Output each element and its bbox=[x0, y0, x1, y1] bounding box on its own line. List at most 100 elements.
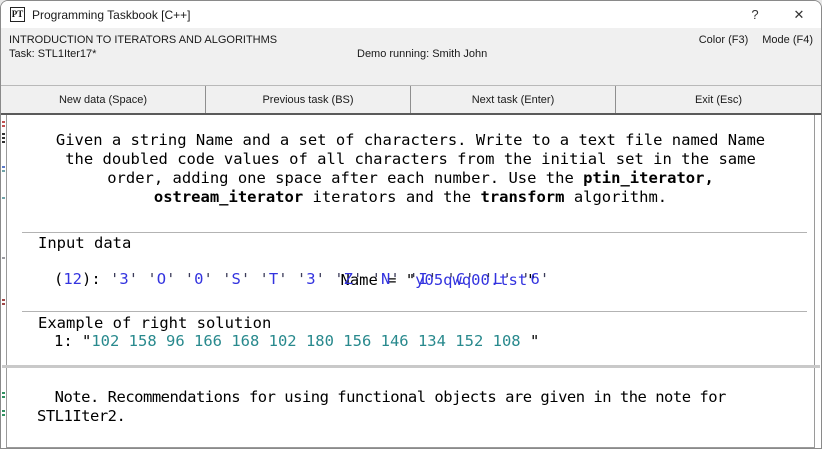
input-char: I bbox=[418, 270, 427, 288]
description-segment: ostream_iterator bbox=[154, 188, 303, 206]
description-line: the doubled code values of all character… bbox=[7, 150, 814, 169]
space bbox=[362, 270, 371, 288]
tick: ' bbox=[540, 270, 549, 288]
edge-marker bbox=[2, 133, 5, 135]
tick: ' bbox=[278, 270, 287, 288]
course-title: INTRODUCTION TO ITERATORS AND ALGORITHMS bbox=[9, 34, 277, 46]
previous-task-button[interactable]: Previous task (BS) bbox=[206, 86, 411, 113]
input-chars-line: (12): '3' 'O' '0' 'S' 'T' '3' 'Z' 'N' 'I… bbox=[54, 270, 549, 289]
task-header: INTRODUCTION TO ITERATORS AND ALGORITHMS… bbox=[1, 28, 821, 85]
edge-marker bbox=[2, 410, 5, 412]
description-segment: the doubled code values of all character… bbox=[65, 150, 756, 168]
tick: ' bbox=[203, 270, 212, 288]
tick: ' bbox=[390, 270, 399, 288]
app-icon: PT bbox=[10, 7, 25, 22]
tick: ' bbox=[409, 270, 418, 288]
window-title: Programming Taskbook [C++] bbox=[32, 8, 191, 22]
color-button[interactable]: Color (F3) bbox=[699, 34, 749, 46]
space bbox=[400, 270, 409, 288]
description-line: ostream_iterator iterators and the trans… bbox=[7, 188, 814, 207]
tick: ' bbox=[110, 270, 119, 288]
edge-marker bbox=[2, 166, 5, 168]
space bbox=[288, 270, 297, 288]
note-section-divider bbox=[2, 365, 820, 368]
paren: ): bbox=[82, 270, 110, 288]
edge-marker bbox=[2, 396, 5, 398]
tick: ' bbox=[185, 270, 194, 288]
input-char: O bbox=[157, 270, 166, 288]
description-segment: transform bbox=[480, 188, 564, 206]
solution-line: 1: "102 158 96 166 168 102 180 156 146 1… bbox=[54, 332, 539, 351]
input-char: 3 bbox=[306, 270, 315, 288]
help-icon[interactable]: ? bbox=[733, 1, 777, 28]
space bbox=[138, 270, 147, 288]
input-char: 6 bbox=[530, 270, 539, 288]
task-name: Task: STL1Iter17* bbox=[9, 48, 96, 60]
tick: ' bbox=[334, 270, 343, 288]
quote: " bbox=[82, 332, 91, 350]
edge-marker bbox=[2, 170, 5, 172]
edge-marker bbox=[2, 141, 5, 143]
input-char: S bbox=[231, 270, 240, 288]
edge-marker bbox=[2, 257, 5, 259]
tick: ' bbox=[484, 270, 493, 288]
edge-marker bbox=[2, 121, 5, 123]
close-icon[interactable]: ✕ bbox=[777, 1, 821, 28]
tick: ' bbox=[316, 270, 325, 288]
next-task-button[interactable]: Next task (Enter) bbox=[411, 86, 616, 113]
space bbox=[512, 270, 521, 288]
edge-marker bbox=[2, 125, 5, 127]
solution-section-divider bbox=[22, 311, 807, 312]
description-segment: order, adding one space after each numbe… bbox=[107, 169, 583, 187]
header-actions: Color (F3) Mode (F4) bbox=[699, 34, 813, 46]
edge-marker bbox=[2, 414, 5, 416]
description-segment: iterators and the bbox=[303, 188, 480, 206]
mode-button[interactable]: Mode (F4) bbox=[762, 34, 813, 46]
new-data-button[interactable]: New data (Space) bbox=[1, 86, 206, 113]
tick: ' bbox=[353, 270, 362, 288]
input-char: N bbox=[381, 270, 390, 288]
edge-marker bbox=[2, 197, 5, 199]
tick: ' bbox=[428, 270, 437, 288]
edge-marker bbox=[2, 299, 5, 301]
tick: ' bbox=[372, 270, 381, 288]
window-controls: ? ✕ bbox=[733, 1, 821, 28]
space bbox=[175, 270, 184, 288]
edge-marker bbox=[2, 303, 5, 305]
solution-values: 102 158 96 166 168 102 180 156 146 134 1… bbox=[91, 332, 530, 350]
title-bar: PT Programming Taskbook [C++] ? ✕ bbox=[1, 1, 821, 28]
task-description: Given a string Name and a set of charact… bbox=[7, 131, 814, 207]
note-text: Note. Recommendations for using function… bbox=[37, 388, 794, 426]
description-segment: Given a string Name and a set of charact… bbox=[56, 131, 765, 149]
input-section-divider bbox=[22, 232, 807, 233]
task-content: Given a string Name and a set of charact… bbox=[6, 115, 815, 448]
edge-marker bbox=[2, 137, 5, 139]
char-count: 12 bbox=[63, 270, 82, 288]
note-line: STL1Iter2. bbox=[37, 407, 794, 426]
input-data-heading: Input data bbox=[38, 234, 131, 253]
paren: ( bbox=[54, 270, 63, 288]
tick: ' bbox=[260, 270, 269, 288]
input-char: T bbox=[269, 270, 278, 288]
description-line: Given a string Name and a set of charact… bbox=[7, 131, 814, 150]
space bbox=[250, 270, 259, 288]
description-segment: algorithm. bbox=[564, 188, 667, 206]
tick: ' bbox=[129, 270, 138, 288]
input-char: C bbox=[456, 270, 465, 288]
tick: ' bbox=[241, 270, 250, 288]
demo-running-label: Demo running: Smith John bbox=[357, 48, 487, 60]
solution-index: 1: bbox=[54, 332, 82, 350]
app-window: PT Programming Taskbook [C++] ? ✕ INTROD… bbox=[0, 0, 822, 449]
tick: ' bbox=[147, 270, 156, 288]
exit-button[interactable]: Exit (Esc) bbox=[616, 86, 821, 113]
quote: " bbox=[530, 332, 539, 350]
edge-marker bbox=[2, 392, 5, 394]
space bbox=[213, 270, 222, 288]
tick: ' bbox=[297, 270, 306, 288]
solution-heading: Example of right solution bbox=[38, 314, 271, 333]
tick: ' bbox=[502, 270, 511, 288]
input-char: 3 bbox=[119, 270, 128, 288]
space bbox=[474, 270, 483, 288]
note-line: Note. Recommendations for using function… bbox=[37, 388, 794, 407]
toolbar: New data (Space)Previous task (BS)Next t… bbox=[1, 85, 821, 115]
